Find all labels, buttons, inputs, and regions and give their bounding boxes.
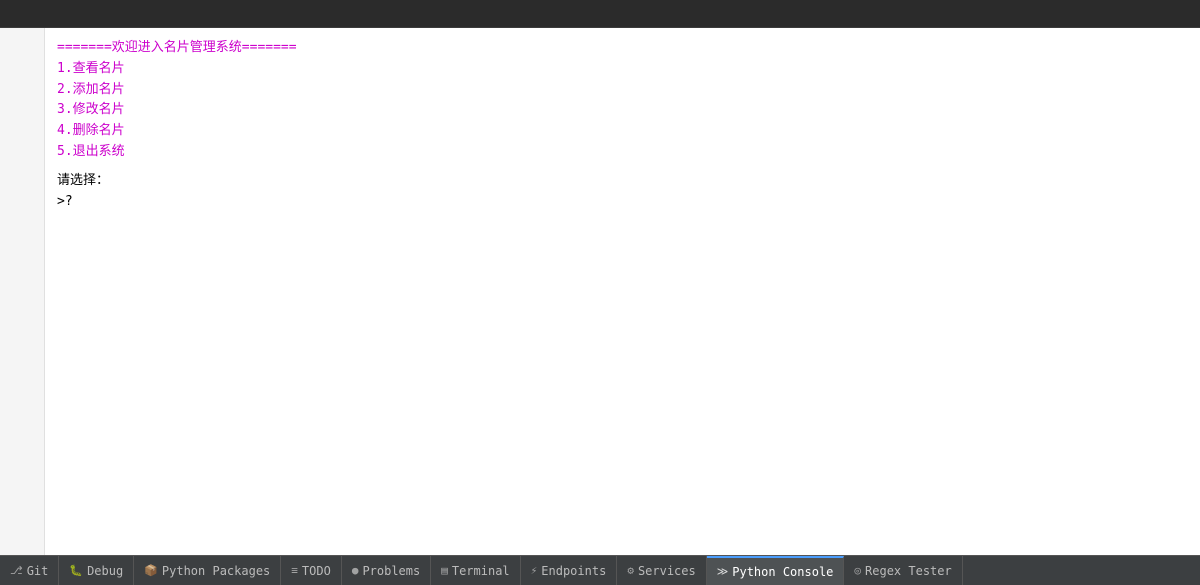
console-line: >? bbox=[57, 192, 1188, 213]
add-tab-button[interactable] bbox=[6, 5, 24, 23]
python-console-label: Python Console bbox=[732, 565, 833, 579]
run-icon[interactable] bbox=[24, 5, 42, 23]
services-label: Services bbox=[638, 564, 696, 578]
bottom-bar: ⎇ Git 🐛 Debug 📦 Python Packages ≡ TODO ●Problems… bbox=[0, 555, 1200, 585]
terminal-icon: ▤ bbox=[441, 564, 448, 577]
terminal-label: Terminal bbox=[452, 564, 510, 578]
endpoints-icon: ⚡ bbox=[531, 564, 538, 577]
console-line: 4.删除名片 bbox=[57, 121, 1188, 142]
todo-icon: ≡ bbox=[291, 564, 298, 577]
git-label: Git bbox=[27, 564, 49, 578]
python-packages-label: Python Packages bbox=[162, 564, 270, 578]
console-line: 3.修改名片 bbox=[57, 100, 1188, 121]
problems-icon: ● bbox=[352, 564, 359, 577]
console-line: 1.查看名片 bbox=[57, 59, 1188, 80]
endpoints-label: Endpoints bbox=[541, 564, 606, 578]
tab-terminal[interactable]: ▤ Terminal bbox=[431, 556, 520, 585]
console-output[interactable]: =======欢迎进入名片管理系统=======1.查看名片2.添加名片3.修改… bbox=[45, 28, 1200, 555]
problems-label: Problems bbox=[362, 564, 420, 578]
tab-git[interactable]: ⎇ Git bbox=[0, 556, 59, 585]
console-line: =======欢迎进入名片管理系统======= bbox=[57, 38, 1188, 59]
services-icon: ⚙ bbox=[627, 564, 634, 577]
console-line: 请选择： bbox=[57, 171, 1188, 192]
regex-tester-icon: ◎ bbox=[854, 564, 861, 577]
tab-endpoints[interactable]: ⚡Endpoints bbox=[521, 556, 618, 585]
tab-todo[interactable]: ≡ TODO bbox=[281, 556, 342, 585]
regex-tester-label: Regex Tester bbox=[865, 564, 952, 578]
tab-services[interactable]: ⚙ Services bbox=[617, 556, 706, 585]
tab-problems[interactable]: ●Problems bbox=[342, 556, 431, 585]
left-gutter bbox=[0, 28, 45, 555]
debug-label: Debug bbox=[87, 564, 123, 578]
console-spacer bbox=[57, 163, 1188, 171]
debug-icon: 🐛 bbox=[69, 564, 83, 577]
tab-python-packages[interactable]: 📦 Python Packages bbox=[134, 556, 281, 585]
console-line: 5.退出系统 bbox=[57, 142, 1188, 163]
tab-regex-tester[interactable]: ◎ Regex Tester bbox=[844, 556, 962, 585]
main-content: =======欢迎进入名片管理系统=======1.查看名片2.添加名片3.修改… bbox=[0, 28, 1200, 555]
todo-label: TODO bbox=[302, 564, 331, 578]
git-icon: ⎇ bbox=[10, 564, 23, 577]
tab-debug[interactable]: 🐛 Debug bbox=[59, 556, 134, 585]
top-bar bbox=[0, 0, 1200, 28]
console-line: 2.添加名片 bbox=[57, 80, 1188, 101]
python-packages-icon: 📦 bbox=[144, 564, 158, 577]
tab-python-console[interactable]: ≫Python Console bbox=[707, 556, 845, 585]
python-console-icon: ≫ bbox=[717, 565, 729, 578]
